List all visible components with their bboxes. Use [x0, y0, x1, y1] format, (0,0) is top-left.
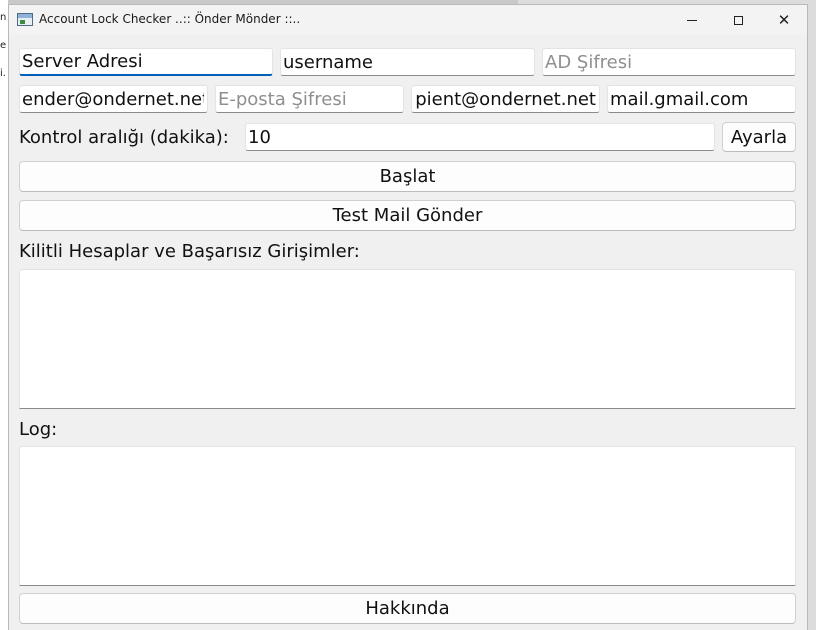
- app-icon: [17, 13, 33, 26]
- set-interval-button[interactable]: Ayarla: [722, 122, 796, 152]
- server-address-input[interactable]: [19, 48, 273, 76]
- app-window: Account Lock Checker ..:: Önder Mönder :…: [8, 4, 808, 630]
- ad-password-input[interactable]: [542, 48, 796, 76]
- log-label: Log:: [19, 419, 58, 440]
- minimize-icon: [687, 19, 697, 21]
- log-textarea[interactable]: [19, 446, 796, 586]
- sender-email-input[interactable]: [19, 85, 208, 113]
- maximize-icon: [733, 15, 743, 25]
- locked-accounts-textarea[interactable]: [19, 269, 796, 409]
- minimize-button[interactable]: [669, 5, 715, 35]
- interval-input[interactable]: [245, 123, 715, 151]
- start-button[interactable]: Başlat: [19, 161, 796, 192]
- recipient-email-input[interactable]: [411, 85, 600, 113]
- smtp-server-input[interactable]: [607, 85, 796, 113]
- username-input[interactable]: [280, 48, 535, 76]
- locked-accounts-label: Kilitli Hesaplar ve Başarısız Girişimler…: [19, 241, 360, 262]
- close-button[interactable]: ✕: [761, 5, 807, 35]
- title-bar[interactable]: Account Lock Checker ..:: Önder Mönder :…: [9, 5, 807, 35]
- close-icon: ✕: [777, 10, 791, 29]
- test-mail-button[interactable]: Test Mail Gönder: [19, 200, 796, 231]
- interval-label: Kontrol aralığı (dakika):: [19, 127, 229, 148]
- maximize-button[interactable]: [715, 5, 761, 35]
- background-window-edge: n e i.: [0, 0, 8, 630]
- about-button[interactable]: Hakkında: [19, 593, 796, 624]
- window-title: Account Lock Checker ..:: Önder Mönder :…: [39, 12, 301, 26]
- email-password-input[interactable]: [215, 85, 404, 113]
